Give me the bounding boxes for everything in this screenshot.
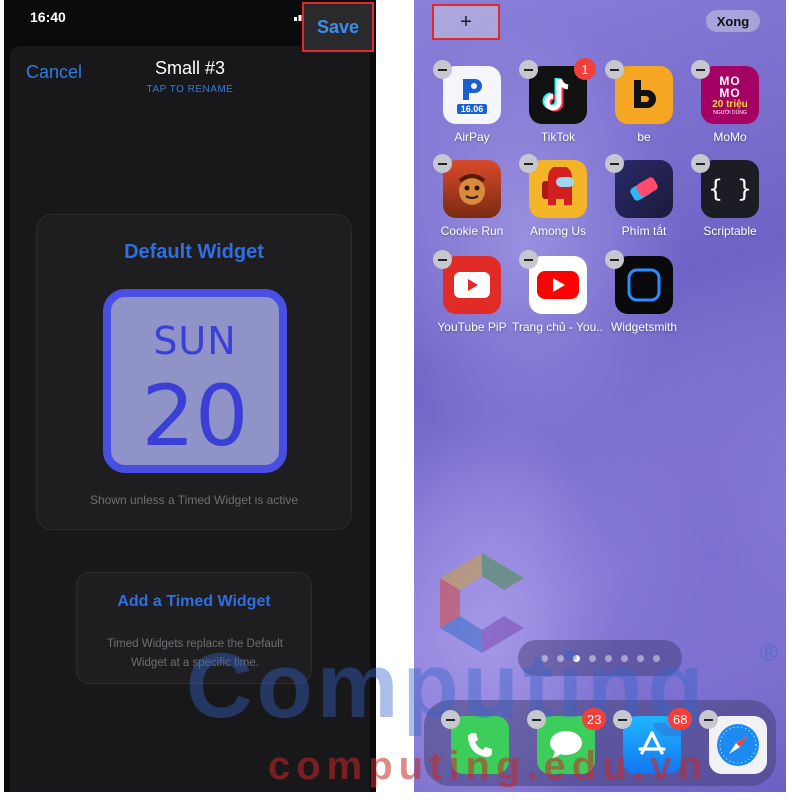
widget-name-title[interactable]: Small #3: [10, 58, 370, 79]
safari-icon: [709, 716, 767, 774]
app-label: YouTube PiP: [437, 320, 507, 334]
app-label: Widgetsmith: [610, 320, 678, 334]
remove-app-icon[interactable]: [605, 154, 624, 173]
remove-app-icon[interactable]: [519, 250, 538, 269]
save-button[interactable]: Save: [302, 2, 374, 52]
app-label: Trang chủ - You...: [512, 320, 604, 334]
status-time: 16:40: [30, 9, 66, 25]
remove-app-icon[interactable]: [519, 154, 538, 173]
tap-to-rename-hint[interactable]: TAP TO RENAME: [10, 84, 370, 95]
app-label: AirPay: [454, 130, 490, 144]
cookie-run-icon: [443, 160, 501, 218]
calendar-date: 20: [141, 367, 249, 465]
app-among-us[interactable]: Among Us: [518, 154, 598, 250]
app-scriptable[interactable]: { } Scriptable: [690, 154, 770, 250]
momo-promo-sub: NGƯỜI DÙNG: [713, 109, 747, 116]
momo-logo-top: MO: [719, 73, 741, 88]
notification-badge: 1: [574, 58, 596, 80]
default-widget-title: Default Widget: [124, 241, 264, 263]
remove-app-icon[interactable]: [433, 60, 452, 79]
airpay-date-tag: 16.06: [456, 104, 488, 114]
watermark-registered-mark: ®: [760, 640, 778, 667]
notification-badge: 23: [582, 708, 607, 730]
watermark-url: computing.edu.vn: [268, 744, 709, 788]
add-widget-button[interactable]: +: [432, 4, 500, 40]
remove-app-icon[interactable]: [613, 710, 632, 729]
app-cookie-run[interactable]: Cookie Run: [432, 154, 512, 250]
remove-app-icon[interactable]: [691, 154, 710, 173]
youtube-icon: [529, 256, 587, 314]
app-label: TikTok: [540, 130, 576, 144]
shortcuts-icon: [615, 160, 673, 218]
youtube-pip-icon: [443, 256, 501, 314]
app-label: MoMo: [713, 130, 747, 144]
scriptable-glyph: { }: [708, 175, 752, 203]
done-button[interactable]: Xong: [706, 10, 760, 32]
add-timed-widget-button[interactable]: Add a Timed Widget: [77, 593, 311, 611]
app-label: Cookie Run: [440, 224, 504, 238]
app-widgetsmith[interactable]: Widgetsmith: [604, 250, 684, 346]
momo-icon: MO MO 20 triệu NGƯỜI DÙNG: [701, 66, 759, 124]
airpay-icon: 16.06: [443, 66, 501, 124]
momo-logo-mid: MO: [719, 85, 741, 100]
remove-app-icon[interactable]: [433, 250, 452, 269]
dock-app-safari[interactable]: [698, 710, 778, 792]
remove-app-icon[interactable]: [527, 710, 546, 729]
among-us-icon: [529, 160, 587, 218]
calendar-day: SUN: [153, 319, 237, 363]
app-be[interactable]: be: [604, 60, 684, 156]
scriptable-icon: { }: [701, 160, 759, 218]
app-youtube-home[interactable]: Trang chủ - You...: [512, 250, 604, 346]
calendar-widget-preview[interactable]: SUN 20: [103, 289, 287, 473]
default-widget-caption: Shown unless a Timed Widget is active: [89, 493, 299, 507]
remove-app-icon[interactable]: [605, 60, 624, 79]
app-shortcuts[interactable]: Phím tắt: [604, 154, 684, 250]
app-momo[interactable]: MO MO 20 triệu NGƯỜI DÙNG MoMo: [690, 60, 770, 156]
app-label: Scriptable: [703, 224, 757, 238]
app-youtube-pip[interactable]: YouTube PiP: [432, 250, 512, 346]
momo-promo: 20 triệu: [712, 98, 748, 110]
remove-app-icon[interactable]: [699, 710, 718, 729]
app-airpay[interactable]: 16.06 AirPay: [432, 60, 512, 156]
remove-app-icon[interactable]: [433, 154, 452, 173]
app-label: Phím tắt: [621, 224, 667, 238]
notification-badge: 68: [668, 708, 693, 730]
remove-app-icon[interactable]: [691, 60, 710, 79]
app-tiktok[interactable]: 1 TikTok: [518, 58, 598, 156]
widgetsmith-icon: [615, 256, 673, 314]
remove-app-icon[interactable]: [605, 250, 624, 269]
app-label: Among Us: [529, 224, 587, 238]
app-label: be: [637, 130, 651, 144]
remove-app-icon[interactable]: [441, 710, 460, 729]
be-icon: [615, 66, 673, 124]
default-widget-card[interactable]: Default Widget SUN 20 Shown unless a Tim…: [36, 214, 352, 530]
remove-app-icon[interactable]: [519, 60, 538, 79]
